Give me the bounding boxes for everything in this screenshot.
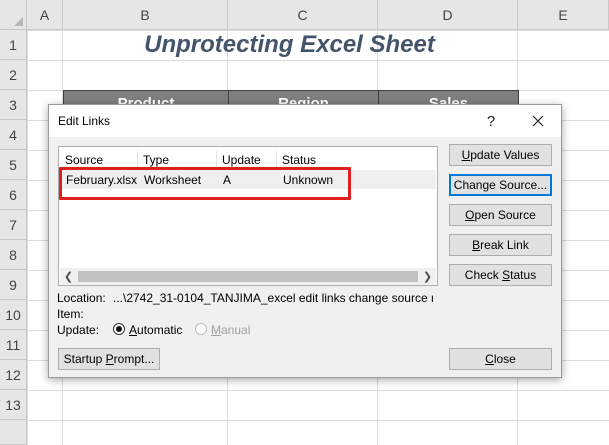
open-source-label: pen Source xyxy=(474,208,536,222)
help-button[interactable]: ? xyxy=(477,109,505,133)
row-header-5[interactable]: 5 xyxy=(0,150,27,180)
row-header-1[interactable]: 1 xyxy=(0,30,27,60)
manual-radio[interactable] xyxy=(195,323,207,335)
column-header-c[interactable]: C xyxy=(228,0,378,30)
dialog-title-bar[interactable]: Edit Links ? xyxy=(49,105,561,137)
update-label: Update: xyxy=(57,323,100,337)
automatic-key: A xyxy=(129,323,138,337)
startup-prompt-button[interactable]: Startup Prompt... xyxy=(58,348,160,370)
column-header-type[interactable]: Type xyxy=(138,151,217,168)
automatic-radio-label[interactable]: Automatic xyxy=(129,323,182,337)
location-label: Location: xyxy=(57,291,106,305)
horizontal-scrollbar[interactable]: ❮ ❯ xyxy=(60,268,436,285)
column-header-b[interactable]: B xyxy=(63,0,228,30)
change-source-ellipsis: ... xyxy=(537,178,548,192)
startup-prompt-key: P xyxy=(105,352,114,366)
close-icon xyxy=(532,115,544,127)
location-value: ...\2742_31-0104_TANJIMA_excel edit link… xyxy=(113,291,433,305)
close-label: lose xyxy=(493,352,516,366)
dialog-title: Edit Links xyxy=(58,114,111,128)
check-status-button[interactable]: Check Status xyxy=(449,264,552,286)
row-header-6[interactable]: 6 xyxy=(0,180,27,210)
column-header-status[interactable]: Status xyxy=(277,151,377,168)
manual-radio-label[interactable]: Manual xyxy=(211,323,250,337)
row-header-7[interactable]: 7 xyxy=(0,210,27,240)
sheet-title: Unprotecting Excel Sheet xyxy=(144,31,435,58)
close-dialog-button[interactable] xyxy=(523,109,553,133)
startup-prompt-label: rompt... xyxy=(113,352,155,366)
update-values-button[interactable]: Update Values xyxy=(449,144,552,166)
row-header-11[interactable]: 11 xyxy=(0,330,27,360)
scroll-left-icon[interactable]: ❮ xyxy=(60,268,77,285)
row-header-8[interactable]: 8 xyxy=(0,240,27,270)
row-header-14[interactable] xyxy=(0,420,27,445)
highlight-annotation xyxy=(59,167,351,200)
row-header-2[interactable]: 2 xyxy=(0,60,27,90)
select-all-triangle-icon xyxy=(14,17,23,26)
column-header-e[interactable]: E xyxy=(518,0,609,30)
scrollbar-thumb[interactable] xyxy=(78,271,418,282)
manual-label: anual xyxy=(221,323,251,337)
row-header-9[interactable]: 9 xyxy=(0,270,27,300)
row-header-12[interactable]: 12 xyxy=(0,360,27,390)
check-status-key: S xyxy=(502,268,511,282)
update-values-key: U xyxy=(461,148,471,162)
check-status-pre: Check xyxy=(464,268,503,282)
break-link-label: reak Link xyxy=(480,238,529,252)
scroll-right-icon[interactable]: ❯ xyxy=(419,268,436,285)
open-source-button[interactable]: Open Source xyxy=(449,204,552,226)
close-button[interactable]: Close xyxy=(449,348,552,370)
change-source-label: Change Source xyxy=(453,178,538,192)
select-all-corner[interactable] xyxy=(0,0,27,30)
row-header-13[interactable]: 13 xyxy=(0,390,27,420)
open-source-key: O xyxy=(465,208,475,222)
column-header-a[interactable]: A xyxy=(27,0,63,30)
edit-links-dialog: Edit Links ? Source Type Update Status F… xyxy=(48,104,562,378)
column-header-d[interactable]: D xyxy=(378,0,518,30)
row-header-3[interactable]: 3 xyxy=(0,90,27,120)
item-label: Item: xyxy=(57,307,84,321)
check-status-label: tatus xyxy=(510,268,537,282)
automatic-label: utomatic xyxy=(137,323,183,337)
startup-prompt-pre: Startup xyxy=(63,352,106,366)
update-values-label: pdate Values xyxy=(470,148,540,162)
break-link-key: B xyxy=(472,238,481,252)
change-source-button[interactable]: Change Source... xyxy=(449,174,552,196)
column-header-update[interactable]: Update xyxy=(217,151,277,168)
automatic-radio[interactable] xyxy=(113,323,125,335)
row-header-10[interactable]: 10 xyxy=(0,300,27,330)
close-key: C xyxy=(485,352,494,366)
row-header-4[interactable]: 4 xyxy=(0,120,27,150)
column-header-source[interactable]: Source xyxy=(60,151,138,168)
break-link-button[interactable]: Break Link xyxy=(449,234,552,256)
manual-key: M xyxy=(211,323,221,337)
